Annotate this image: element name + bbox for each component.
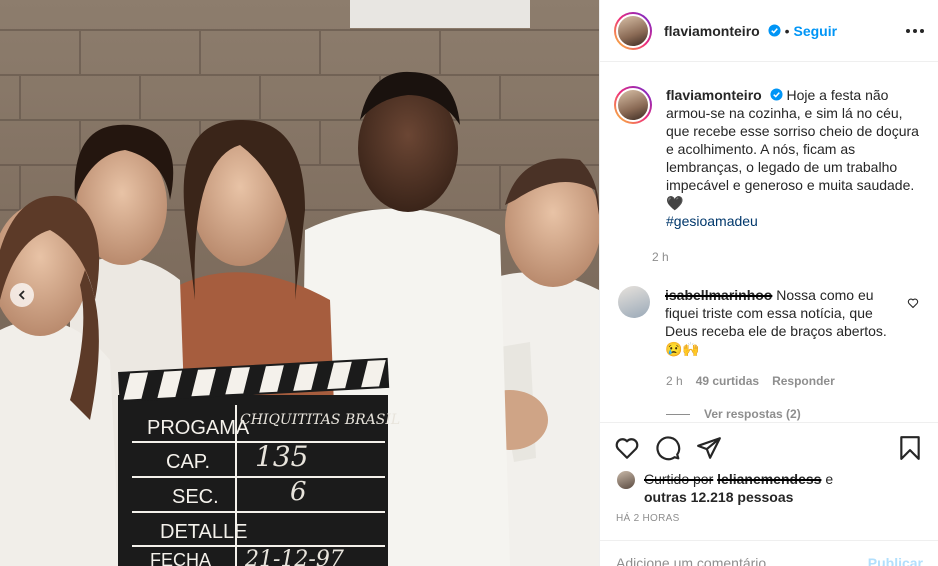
likes-prefix: Curtido por <box>644 471 714 487</box>
clap-label-sec: SEC. <box>172 486 219 508</box>
clapperboard: PROGAMA CAP. SEC. DETALLE FECHA CHIQUITI… <box>118 357 400 566</box>
likes-summary: Curtido por lelianemendess e outras 12.2… <box>616 470 926 506</box>
liker-username[interactable]: lelianemendess <box>717 471 821 487</box>
view-replies-button[interactable]: Ver respostas (2) <box>666 407 801 421</box>
header-separator: • <box>784 22 790 39</box>
clap-value-fecha: 21-12-97 <box>244 547 344 566</box>
clap-value-sec: 6 <box>290 477 307 507</box>
clap-value-cap: 135 <box>255 440 308 473</box>
more-options-icon[interactable] <box>903 22 927 40</box>
carousel-prev-button[interactable] <box>10 283 34 307</box>
comment-item: isabellmarinhoo Nossa como eu fiquei tri… <box>614 286 924 358</box>
comment-input[interactable] <box>616 555 868 566</box>
comment-like-heart-icon[interactable] <box>907 297 919 309</box>
post-side-panel: flaviamonteiro • Seguir flaviamonteiro H… <box>599 0 938 566</box>
comment-icon[interactable] <box>655 435 681 461</box>
verified-badge-icon <box>768 23 781 37</box>
hashtag-link[interactable]: #gesioamadeu <box>666 213 758 229</box>
comment-avatar[interactable] <box>618 286 650 318</box>
avatar[interactable] <box>614 11 652 50</box>
bookmark-icon[interactable] <box>897 435 923 461</box>
comment-meta: 2 h 49 curtidas Responder <box>666 374 835 388</box>
view-replies-label: Ver respostas (2) <box>704 407 801 421</box>
likes-others[interactable]: outras 12.218 pessoas <box>644 489 793 505</box>
clap-label-detalle: DETALLE <box>160 521 247 543</box>
heart-icon[interactable] <box>614 435 640 461</box>
post-timestamp[interactable]: HÁ 2 HORAS <box>616 513 680 524</box>
add-comment-bar: Publicar <box>600 540 938 566</box>
reply-button[interactable]: Responder <box>772 374 835 388</box>
clap-value-programa: CHIQUITITAS BRASIL <box>240 412 400 428</box>
caption-text: Hoje a festa não armou-se na cozinha, e … <box>666 87 919 211</box>
action-bar <box>600 422 938 472</box>
username-text[interactable]: flaviamonteiro <box>664 23 760 39</box>
chevron-left-icon <box>18 290 25 300</box>
verified-badge-icon <box>770 88 783 101</box>
comments-section: flaviamonteiro Hoje a festa não armou-se… <box>600 62 938 422</box>
clap-label-fecha: FECHA <box>150 550 211 566</box>
caption-time[interactable]: 2 h <box>652 250 669 264</box>
post-header: flaviamonteiro • Seguir <box>600 0 938 62</box>
clap-label-programa: PROGAMA <box>147 417 250 439</box>
clap-label-cap: CAP. <box>166 451 210 473</box>
liker-avatar[interactable] <box>616 470 636 490</box>
follow-button[interactable]: Seguir <box>794 23 838 39</box>
header-username[interactable]: flaviamonteiro <box>664 23 781 39</box>
photo-image: PROGAMA CAP. SEC. DETALLE FECHA CHIQUITI… <box>0 0 599 566</box>
comment-time[interactable]: 2 h <box>666 374 683 388</box>
replies-divider <box>666 413 690 415</box>
post-caption: flaviamonteiro Hoje a festa não armou-se… <box>614 86 924 230</box>
comment-username[interactable]: isabellmarinhoo <box>665 287 772 303</box>
comment-likes[interactable]: 49 curtidas <box>696 374 759 388</box>
likes-joiner: e <box>825 471 834 487</box>
share-icon[interactable] <box>696 435 722 461</box>
publish-button[interactable]: Publicar <box>868 555 923 566</box>
caption-avatar[interactable] <box>614 86 652 124</box>
post-photo[interactable]: PROGAMA CAP. SEC. DETALLE FECHA CHIQUITI… <box>0 0 599 566</box>
caption-username[interactable]: flaviamonteiro <box>666 87 762 103</box>
